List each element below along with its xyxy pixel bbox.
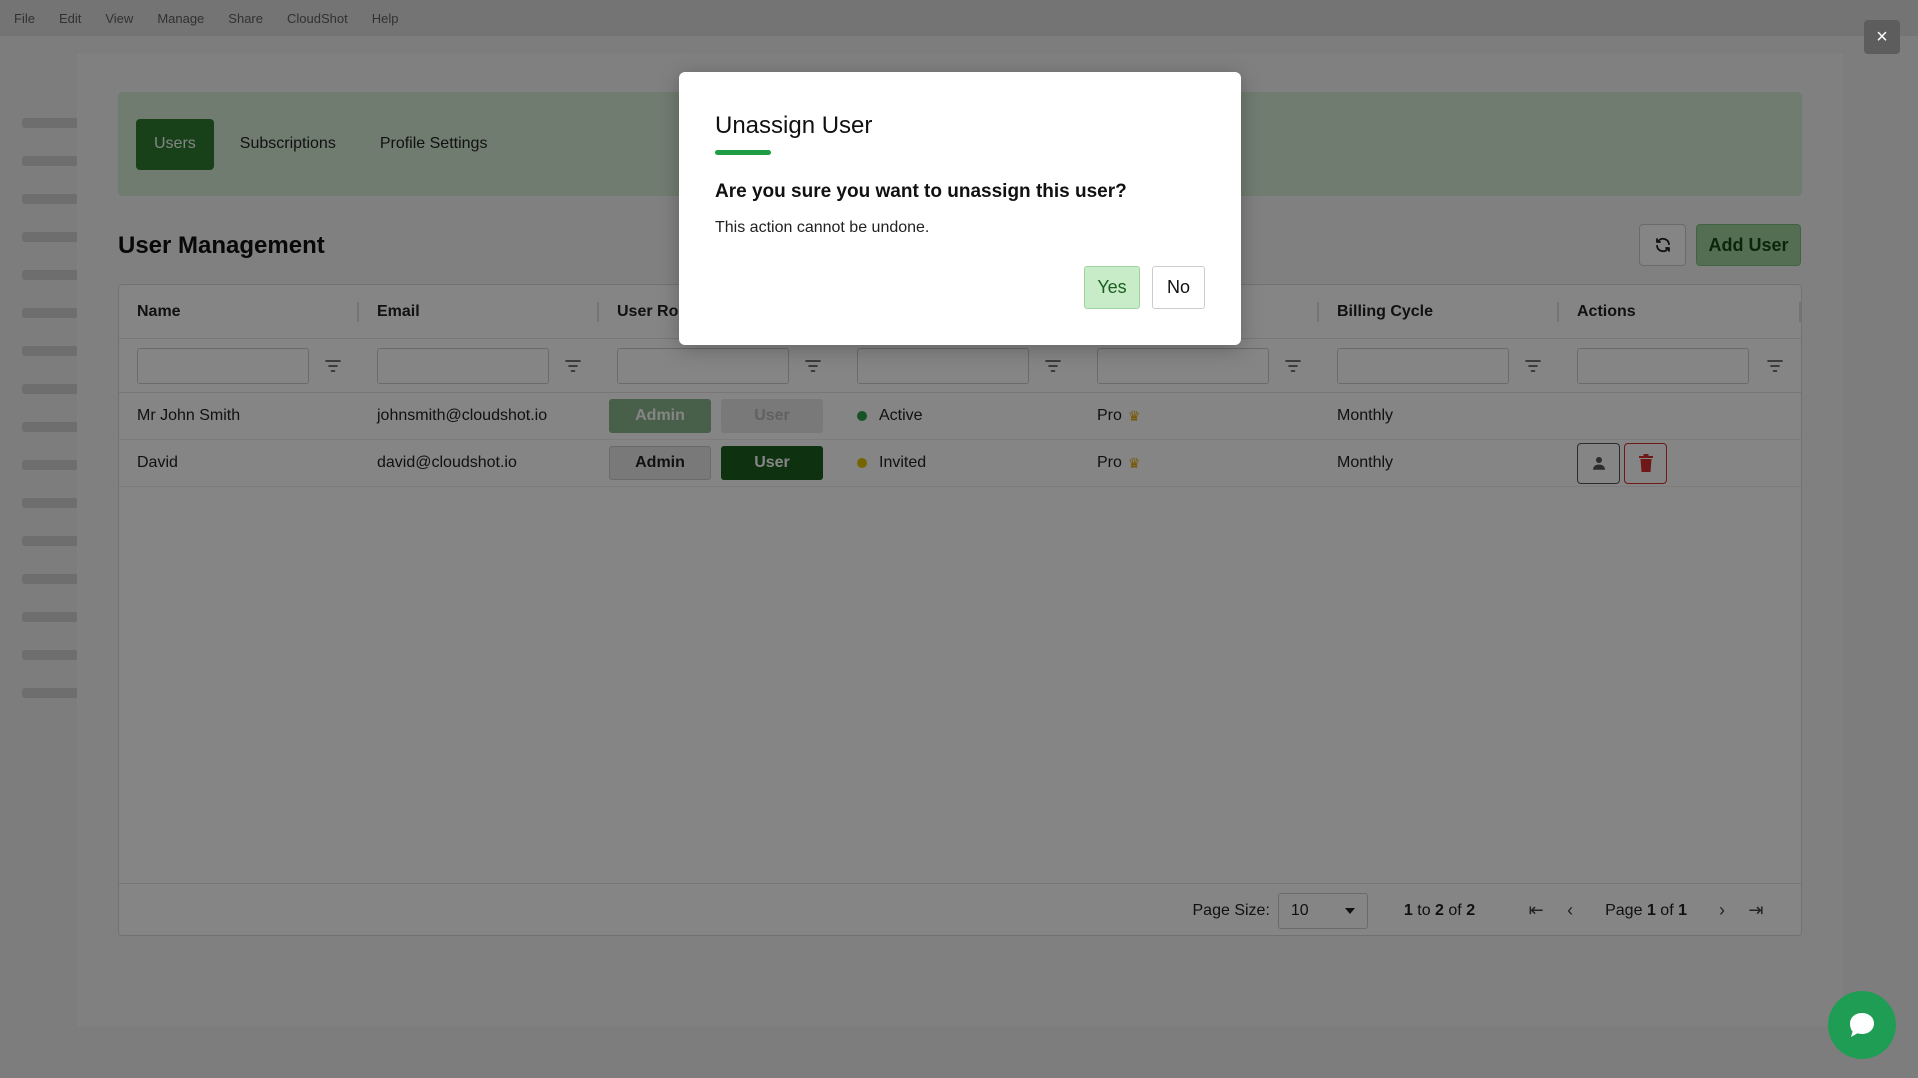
table-row[interactable]: David david@cloudshot.io Admin User Invi… bbox=[119, 440, 1801, 487]
cell-plan: Pro ♛ bbox=[1079, 440, 1319, 486]
table-row[interactable]: Mr John Smith johnsmith@cloudshot.io Adm… bbox=[119, 393, 1801, 440]
close-icon: × bbox=[1876, 25, 1888, 48]
user-icon bbox=[1592, 457, 1605, 470]
cell-actions bbox=[1559, 440, 1801, 486]
dialog-question: Are you sure you want to unassign this u… bbox=[715, 181, 1127, 202]
previous-page-icon[interactable]: ‹ bbox=[1553, 900, 1587, 921]
filter-row bbox=[119, 339, 1801, 393]
filter-actions bbox=[1559, 339, 1801, 392]
filter-icon[interactable] bbox=[1285, 358, 1301, 374]
status-text: Active bbox=[879, 407, 923, 424]
cell-email: david@cloudshot.io bbox=[377, 454, 517, 471]
page-size-value: 10 bbox=[1290, 901, 1309, 919]
cell-billing-cycle: Monthly bbox=[1337, 407, 1394, 424]
cell-status: Invited bbox=[839, 440, 1079, 486]
status-text: Invited bbox=[879, 454, 927, 471]
status-dot bbox=[857, 458, 867, 468]
filter-icon[interactable] bbox=[1525, 358, 1541, 374]
filter-icon[interactable] bbox=[565, 358, 581, 374]
role-user-button[interactable]: User bbox=[721, 446, 823, 480]
tab-subscriptions[interactable]: Subscriptions bbox=[222, 119, 354, 170]
filter-billing-cycle bbox=[1319, 339, 1559, 392]
cell-plan: Pro ♛ bbox=[1079, 393, 1319, 439]
status-dot bbox=[857, 411, 867, 421]
filter-input-actions[interactable] bbox=[1577, 347, 1749, 384]
pagination-bar: Page Size: 10 1 to 2 of 2 ⇤ ‹ Page 1 of … bbox=[119, 883, 1801, 937]
delete-user-button[interactable] bbox=[1624, 442, 1667, 484]
filter-input-billing-cycle[interactable] bbox=[1337, 347, 1509, 384]
dialog-title: Unassign User bbox=[715, 112, 873, 139]
next-page-icon[interactable]: › bbox=[1705, 900, 1739, 921]
caret-down-icon bbox=[1344, 907, 1355, 914]
plan-text: Pro bbox=[1097, 407, 1122, 424]
cell-status: Active bbox=[839, 393, 1079, 439]
filter-input-plan[interactable] bbox=[1097, 347, 1269, 384]
page-size-select[interactable]: 10 bbox=[1277, 892, 1368, 929]
chat-icon bbox=[1850, 1013, 1874, 1037]
role-admin-button[interactable]: Admin bbox=[609, 399, 711, 433]
filter-name bbox=[119, 339, 359, 392]
filter-input-email[interactable] bbox=[377, 347, 549, 384]
trash-icon bbox=[1638, 454, 1653, 472]
add-user-button[interactable]: Add User bbox=[1696, 224, 1801, 266]
row-summary: 1 to 2 of 2 bbox=[1403, 901, 1476, 919]
cell-email: johnsmith@cloudshot.io bbox=[377, 407, 548, 424]
filter-plan bbox=[1079, 339, 1319, 392]
filter-status bbox=[839, 339, 1079, 392]
role-admin-button[interactable]: Admin bbox=[609, 446, 711, 480]
filter-icon[interactable] bbox=[325, 358, 341, 374]
page-indicator: Page 1 of 1 bbox=[1605, 901, 1687, 919]
filter-icon[interactable] bbox=[1767, 358, 1783, 374]
tab-profile-settings[interactable]: Profile Settings bbox=[362, 119, 506, 170]
refresh-button[interactable] bbox=[1639, 224, 1686, 266]
chat-button[interactable] bbox=[1828, 991, 1896, 1059]
filter-input-name[interactable] bbox=[137, 347, 309, 384]
no-button[interactable]: No bbox=[1152, 266, 1205, 309]
role-user-button[interactable]: User bbox=[721, 399, 823, 433]
cell-user-role: Admin User bbox=[599, 440, 839, 486]
crown-icon: ♛ bbox=[1127, 454, 1141, 471]
first-page-icon[interactable]: ⇤ bbox=[1519, 900, 1553, 921]
tab-users[interactable]: Users bbox=[136, 118, 214, 170]
column-header-billing-cycle[interactable]: Billing Cycle bbox=[1319, 285, 1559, 338]
users-table: Name Email User Role Billing Cycle Actio… bbox=[118, 284, 1802, 936]
column-header-email[interactable]: Email bbox=[359, 285, 599, 338]
cell-name: David bbox=[137, 454, 178, 471]
refresh-icon bbox=[1655, 237, 1670, 253]
cell-billing-cycle: Monthly bbox=[1337, 454, 1394, 471]
page-size-label: Page Size: bbox=[1192, 901, 1270, 919]
filter-input-status[interactable] bbox=[857, 347, 1029, 384]
cell-name: Mr John Smith bbox=[137, 407, 241, 424]
filter-user-role bbox=[599, 339, 839, 392]
unassign-confirm-dialog: Unassign User Are you sure you want to u… bbox=[679, 72, 1241, 345]
plan-text: Pro bbox=[1097, 454, 1122, 471]
filter-icon[interactable] bbox=[805, 358, 821, 374]
cell-actions bbox=[1559, 393, 1801, 439]
title-underline bbox=[715, 150, 771, 155]
crown-icon: ♛ bbox=[1127, 407, 1141, 424]
yes-button[interactable]: Yes bbox=[1084, 266, 1140, 309]
column-header-name[interactable]: Name bbox=[119, 285, 359, 338]
filter-input-user-role[interactable] bbox=[617, 347, 789, 384]
close-modal-button[interactable]: × bbox=[1864, 20, 1900, 54]
filter-email bbox=[359, 339, 599, 392]
unassign-user-button[interactable] bbox=[1577, 442, 1620, 484]
filter-icon[interactable] bbox=[1045, 358, 1061, 374]
cell-user-role: Admin User bbox=[599, 393, 839, 439]
last-page-icon[interactable]: ⇥ bbox=[1739, 900, 1773, 921]
dialog-note: This action cannot be undone. bbox=[715, 219, 930, 236]
page-title: User Management bbox=[118, 232, 325, 259]
column-header-actions[interactable]: Actions bbox=[1559, 285, 1801, 338]
